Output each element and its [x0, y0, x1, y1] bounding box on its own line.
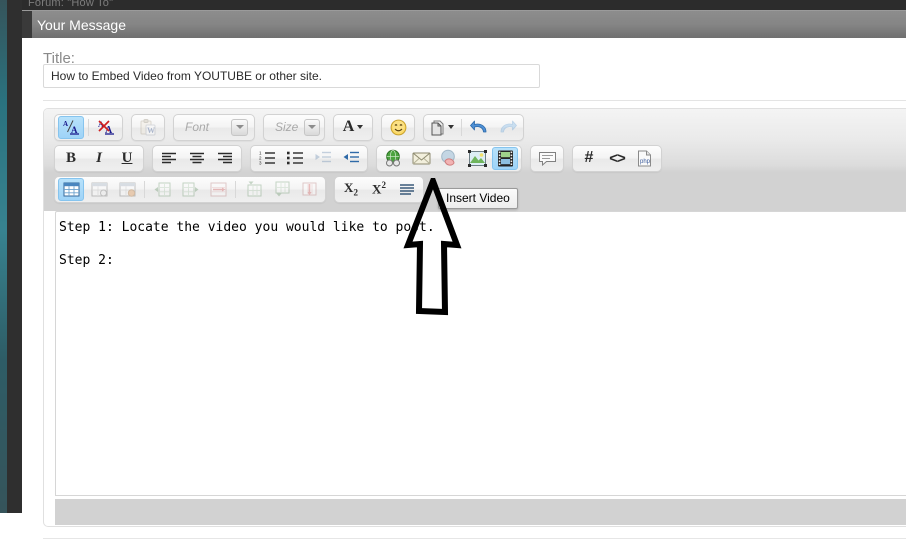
insert-row-after-icon[interactable] — [268, 178, 294, 201]
font-size-select-label: Size — [275, 120, 299, 134]
toolbar-group-text-color: A — [333, 113, 373, 141]
indent-icon[interactable] — [338, 147, 364, 170]
insert-video-tooltip: Insert Video — [438, 188, 518, 209]
toolbar-group-attach-history — [423, 113, 524, 141]
insert-php-icon[interactable]: php — [632, 147, 658, 170]
post-form-body: Title: A A — [22, 38, 906, 539]
insert-video-icon[interactable] — [492, 146, 518, 170]
insert-column-after-icon[interactable] — [177, 178, 203, 201]
align-right-icon[interactable] — [212, 147, 238, 170]
toolbar-row-2: B I U 1 2 3 # <> php — [54, 144, 670, 172]
delete-column-icon[interactable] — [205, 178, 231, 201]
unlink-icon[interactable] — [436, 147, 462, 170]
toolbar-group-smiley — [381, 113, 415, 141]
spellcheck-off-icon[interactable]: A A — [93, 116, 119, 139]
insert-image-icon[interactable] — [464, 147, 490, 170]
forum-breadcrumb-label: Forum: "How To" — [28, 0, 114, 9]
paste-from-word-icon[interactable]: W — [135, 116, 161, 139]
svg-text:php: php — [640, 159, 651, 165]
toolbar-group-quote — [530, 144, 564, 172]
svg-text:W: W — [147, 126, 155, 135]
attachment-icon[interactable] — [427, 116, 457, 139]
toolbar-divider — [461, 118, 462, 136]
rich-text-editor: A A A A W Font Size A B I U 1 2 3 # <> p… — [43, 108, 906, 527]
message-body-editor[interactable]: Step 1: Locate the video you would like … — [55, 211, 906, 496]
insert-quote-icon[interactable] — [534, 147, 560, 170]
editor-status-bar — [55, 499, 906, 525]
redo-icon[interactable] — [494, 116, 520, 139]
body-line-1: Step 1: Locate the video you would like … — [59, 220, 435, 235]
align-left-icon[interactable] — [156, 147, 182, 170]
undo-icon[interactable] — [466, 116, 492, 139]
toolbar-group-lists: 1 2 3 — [250, 144, 368, 172]
toolbar-group-code: # <> php — [572, 144, 662, 172]
toolbar-group-spellcheck: A A A A — [54, 113, 123, 141]
delete-table-icon[interactable] — [114, 178, 140, 201]
text-color-icon[interactable]: A — [337, 116, 369, 139]
font-family-select[interactable]: Font — [177, 116, 251, 139]
italic-icon[interactable]: I — [86, 147, 112, 170]
toolbar-divider — [88, 118, 89, 136]
toolbar-group-font: Font — [173, 113, 255, 141]
insert-table-icon[interactable] — [58, 177, 84, 201]
insert-code-icon[interactable]: <> — [604, 147, 630, 170]
insert-email-icon[interactable] — [408, 147, 434, 170]
toolbar-row-3: X2 X2 — [54, 175, 432, 203]
table-properties-icon[interactable] — [86, 178, 112, 201]
toolbar-group-text-style: B I U — [54, 144, 144, 172]
delete-row-icon[interactable] — [296, 178, 322, 201]
svg-text:3: 3 — [259, 161, 262, 165]
toolbar-group-table — [54, 175, 326, 203]
justify-icon[interactable] — [394, 178, 420, 201]
toolbar-divider — [235, 180, 236, 198]
panel-header-left-cap — [22, 11, 32, 39]
browser-top-bar — [22, 0, 906, 10]
outdent-icon[interactable] — [310, 147, 336, 170]
toolbar-row-1: A A A A W Font Size A — [54, 113, 532, 141]
toolbar-group-paste: W — [131, 113, 165, 141]
panel-header-title: Your Message — [37, 17, 126, 33]
spellcheck-toggle-icon[interactable]: A A — [58, 115, 84, 139]
font-family-select-label: Font — [185, 120, 210, 134]
browser-left-teal-strip — [0, 0, 7, 513]
toolbar-group-align — [152, 144, 242, 172]
font-size-select[interactable]: Size — [267, 116, 323, 139]
subscript-icon[interactable]: X2 — [338, 178, 364, 201]
superscript-icon[interactable]: X2 — [366, 178, 392, 201]
title-section-divider — [43, 100, 906, 101]
ordered-list-icon[interactable]: 1 2 3 — [254, 147, 280, 170]
title-input[interactable] — [43, 64, 540, 88]
unordered-list-icon[interactable] — [282, 147, 308, 170]
align-center-icon[interactable] — [184, 147, 210, 170]
smiley-icon[interactable] — [385, 116, 411, 139]
insert-hash-icon[interactable]: # — [576, 147, 602, 170]
insert-row-before-icon[interactable] — [240, 178, 266, 201]
chevron-down-icon — [231, 118, 248, 136]
toolbar-group-size: Size — [263, 113, 325, 141]
chevron-down-icon — [304, 118, 320, 136]
body-line-2: Step 2: — [59, 252, 114, 268]
svg-text:A: A — [63, 120, 68, 128]
underline-icon[interactable]: U — [114, 147, 140, 170]
toolbar-divider — [144, 180, 145, 198]
insert-column-before-icon[interactable] — [149, 178, 175, 201]
toolbar-group-script: X2 X2 — [334, 175, 424, 203]
your-message-panel-header: Your Message — [22, 10, 906, 39]
toolbar-group-insert — [376, 144, 522, 172]
browser-left-dark-strip — [7, 0, 22, 513]
bold-icon[interactable]: B — [58, 147, 84, 170]
insert-link-icon[interactable] — [380, 147, 406, 170]
